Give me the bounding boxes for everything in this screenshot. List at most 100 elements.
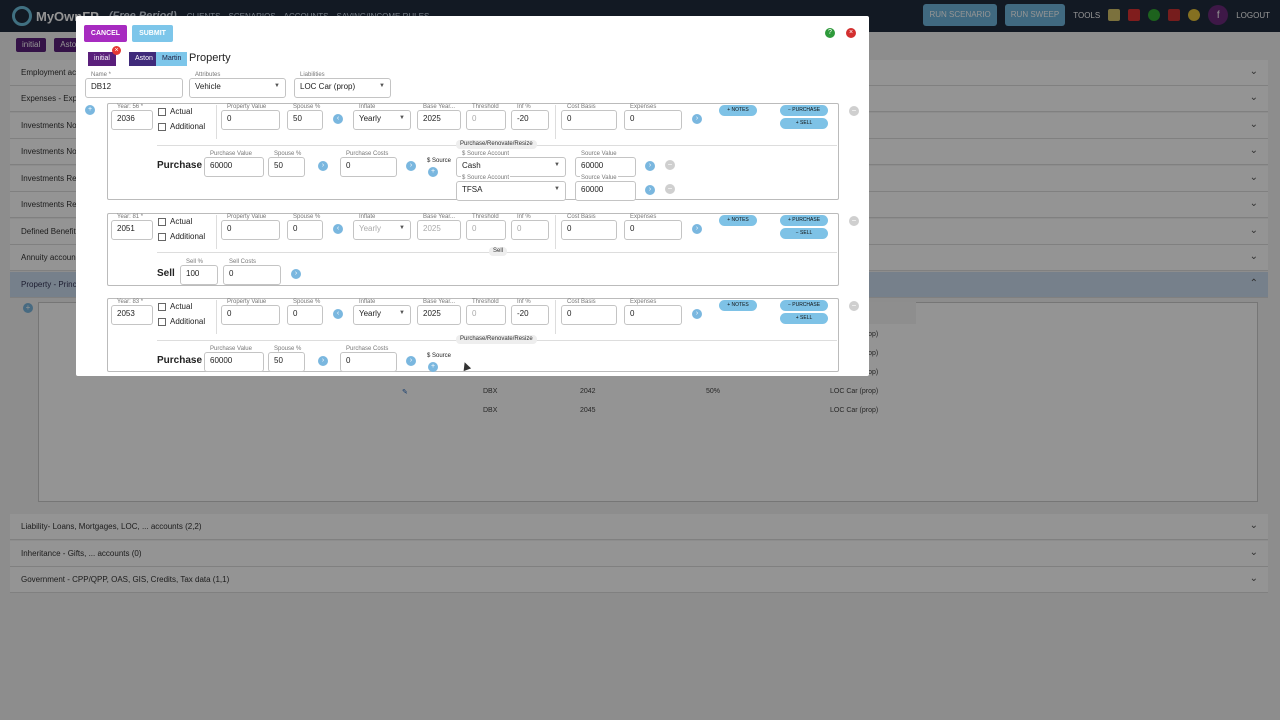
purchase-toggle-button[interactable]: − PURCHASE [780,105,828,116]
expenses-field[interactable]: Expenses 0 [624,104,682,130]
cost-basis-field[interactable]: Cost Basis 0 [561,299,617,325]
attributes-select[interactable]: Attributes Vehicle ▼ [189,72,286,98]
remove-source-icon[interactable]: − [665,160,675,170]
chip-martin[interactable]: Martin [156,52,188,66]
remove-row-icon[interactable]: − [849,216,859,226]
modal-title: Property [189,52,231,64]
purchase-spouse-field[interactable]: Spouse % 50 [268,346,305,372]
divider [216,300,217,334]
property-value-field[interactable]: Property Value 0 [221,214,280,240]
notes-button[interactable]: + NOTES [719,105,757,116]
purchase-spouse-field[interactable]: Spouse % 50 [268,151,305,177]
base-year-field[interactable]: Base Year... 2025 [417,104,461,130]
spouse-percent-field[interactable]: Spouse % 50 [287,104,323,130]
spouse-percent-field[interactable]: Spouse % 0 [287,214,323,240]
source-account-select[interactable]: $ Source Account TFSA ▼ [456,175,566,201]
purchase-costs-field[interactable]: Purchase Costs 0 [340,346,397,372]
chevron-left-icon[interactable]: ‹ [333,114,343,124]
chevron-left-icon[interactable]: ‹ [333,224,343,234]
inflation-percent-field[interactable]: Inf % -20 [511,104,549,130]
purchase-toggle-button[interactable]: + PURCHASE [780,215,828,226]
chevron-right-icon[interactable]: › [406,161,416,171]
cancel-button[interactable]: CANCEL [84,25,127,42]
inflate-select[interactable]: Inflate Yearly ▼ [353,299,411,325]
source-account-select[interactable]: $ Source Account Cash ▼ [456,151,566,177]
sell-toggle-button[interactable]: + SELL [780,313,828,324]
additional-checkbox[interactable] [158,318,166,326]
chevron-down-icon: ▼ [274,83,280,89]
cost-basis-field[interactable]: Cost Basis 0 [561,214,617,240]
chevron-right-icon[interactable]: › [406,356,416,366]
chevron-right-icon[interactable]: › [645,161,655,171]
threshold-field[interactable]: Threshold 0 [466,214,506,240]
name-field[interactable]: Name * DB12 [85,72,183,98]
sell-tag: Sell [489,247,508,256]
spouse-percent-field[interactable]: Spouse % 0 [287,299,323,325]
chevron-right-icon[interactable]: › [692,114,702,124]
inflation-percent-field[interactable]: Inf % 0 [511,214,549,240]
sell-costs-field[interactable]: Sell Costs 0 [223,259,281,285]
threshold-field[interactable]: Threshold 0 [466,104,506,130]
add-source-icon[interactable]: + [428,167,438,177]
actual-label: Actual [170,107,193,116]
actual-checkbox[interactable] [158,108,166,116]
additional-label: Additional [170,317,206,326]
submit-button[interactable]: SUBMIT [132,25,173,42]
divider [216,215,217,249]
chevron-right-icon[interactable]: › [692,309,702,319]
base-year-field[interactable]: Base Year... 2025 [417,299,461,325]
inflate-select[interactable]: Inflate Yearly ▼ [353,104,411,130]
property-value-field[interactable]: Property Value 0 [221,299,280,325]
expenses-field[interactable]: Expenses 0 [624,299,682,325]
notes-button[interactable]: + NOTES [719,300,757,311]
additional-label: Additional [170,232,206,241]
close-icon[interactable]: × [846,28,856,38]
property-value-field[interactable]: Property Value 0 [221,104,280,130]
additional-checkbox[interactable] [158,233,166,241]
cost-basis-field[interactable]: Cost Basis 0 [561,104,617,130]
chevron-right-icon[interactable]: › [692,224,702,234]
year-field[interactable]: Year: 83 * 2053 [111,299,153,325]
add-source-icon[interactable]: + [428,362,438,372]
remove-row-icon[interactable]: − [849,106,859,116]
remove-chip-icon[interactable]: × [112,46,121,55]
purchase-value-field[interactable]: Purchase Value 60000 [204,151,264,177]
source-value-field[interactable]: Source Value 60000 [575,151,636,177]
chevron-down-icon: ▼ [554,162,560,168]
chevron-right-icon[interactable]: › [645,185,655,195]
chip-initial[interactable]: initial [88,52,116,66]
expenses-field[interactable]: Expenses 0 [624,214,682,240]
notes-button[interactable]: + NOTES [719,215,757,226]
sell-toggle-button[interactable]: + SELL [780,118,828,129]
chevron-right-icon[interactable]: › [318,356,328,366]
year-field[interactable]: Year: 81 * 2051 [111,214,153,240]
liabilities-select[interactable]: Liabilities LOC Car (prop) ▼ [294,72,391,98]
chip-aston[interactable]: Aston [129,52,159,66]
remove-source-icon[interactable]: − [665,184,675,194]
actual-checkbox[interactable] [158,218,166,226]
chevron-right-icon[interactable]: › [291,269,301,279]
sell-toggle-button[interactable]: − SELL [780,228,828,239]
chevron-right-icon[interactable]: › [318,161,328,171]
purchase-toggle-button[interactable]: − PURCHASE [780,300,828,311]
base-year-field[interactable]: Base Year... 2025 [417,214,461,240]
source-value-field[interactable]: Source Value 60000 [575,175,636,201]
sell-section-label: Sell [157,268,175,279]
divider [555,105,556,139]
sell-percent-field[interactable]: Sell % 100 [180,259,218,285]
inflation-percent-field[interactable]: Inf % -20 [511,299,549,325]
property-modal: CANCEL SUBMIT ? × initial × Aston Martin… [76,16,869,376]
purchase-costs-field[interactable]: Purchase Costs 0 [340,151,397,177]
purchase-value-field[interactable]: Purchase Value 60000 [204,346,264,372]
divider [216,105,217,139]
year-field[interactable]: Year: 56 * 2036 [111,104,153,130]
chevron-left-icon[interactable]: ‹ [333,309,343,319]
chevron-down-icon: ▼ [399,115,405,121]
help-icon[interactable]: ? [825,28,835,38]
add-row-icon[interactable]: + [85,105,95,115]
remove-row-icon[interactable]: − [849,301,859,311]
actual-checkbox[interactable] [158,303,166,311]
inflate-select[interactable]: Inflate Yearly ▼ [353,214,411,240]
threshold-field[interactable]: Threshold 0 [466,299,506,325]
additional-checkbox[interactable] [158,123,166,131]
